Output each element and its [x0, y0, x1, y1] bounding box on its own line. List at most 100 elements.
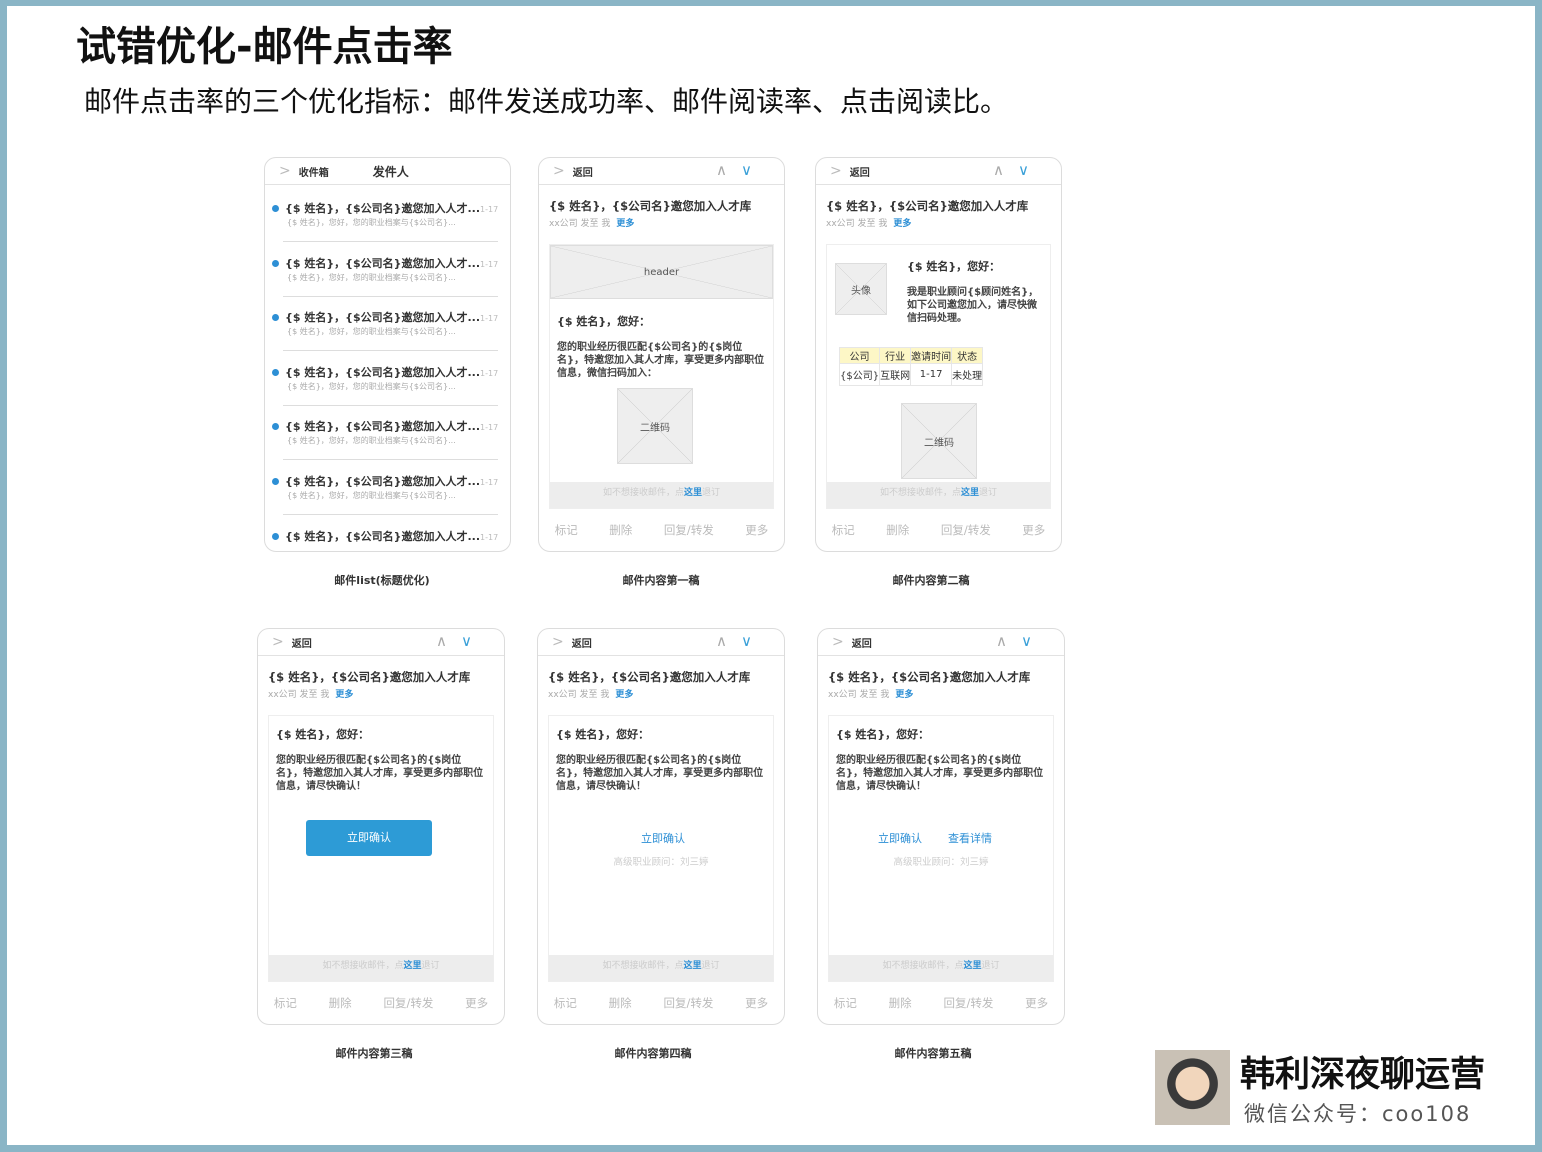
- back-button[interactable]: 返回: [292, 635, 312, 650]
- arrow-down-icon[interactable]: ∨: [461, 632, 486, 650]
- unsubscribe-text: 如不想接收邮件，点: [882, 961, 964, 971]
- page-subtitle: 邮件点击率的三个优化指标：邮件发送成功率、邮件阅读率、点击阅读比。: [84, 85, 1009, 118]
- unsubscribe-bar: 如不想接收邮件，点这里退订: [550, 482, 773, 508]
- list-item[interactable]: {$ 姓名}，{$公司名}邀您加入人才...1-17 {$ 姓名}，您好，您的职业…: [265, 296, 510, 352]
- unsubscribe-bar: 如不想接收邮件，点这里退订: [829, 955, 1053, 981]
- toolbar-button[interactable]: 回复/转发: [383, 995, 433, 1011]
- unsubscribe-link[interactable]: 这里: [683, 961, 701, 971]
- email-body: {$ 姓名}，您好： 您的职业经历很匹配{$公司名}的{$岗位名}，特邀您加入其人…: [268, 715, 494, 982]
- toolbar-button[interactable]: 标记: [274, 995, 297, 1011]
- item-date: 1-17: [480, 205, 499, 214]
- tab-sender[interactable]: 发件人: [373, 163, 409, 180]
- more-link[interactable]: 更多: [893, 219, 911, 229]
- mockup-v4: > 返回 ∧∨ {$ 姓名}，{$公司名}邀您加入人才库 xx公司 发至 我更多 {$ 姓…: [537, 628, 785, 1025]
- arrow-down-icon[interactable]: ∨: [1018, 161, 1043, 179]
- email-subject: {$ 姓名}，{$公司名}邀您加入人才库: [549, 199, 752, 213]
- item-preview: {$ 姓名}，您好，您的职业档案与{$公司名}...: [287, 272, 456, 282]
- toolbar-button[interactable]: 标记: [834, 995, 857, 1011]
- unread-dot-icon: [272, 532, 279, 540]
- toolbar-button[interactable]: 更多: [745, 995, 768, 1011]
- item-date: 1-17: [480, 368, 499, 378]
- toolbar-button[interactable]: 更多: [745, 522, 768, 538]
- more-link[interactable]: 更多: [335, 690, 353, 700]
- arrow-down-icon[interactable]: ∨: [741, 632, 766, 650]
- chevron-icon[interactable]: >: [830, 163, 842, 179]
- item-subject: {$ 姓名}，{$公司名}邀您加入人才...: [285, 311, 480, 325]
- arrow-up-icon[interactable]: ∧: [716, 161, 741, 179]
- tab-inbox[interactable]: 收件箱: [299, 164, 329, 179]
- greeting: {$ 姓名}，您好：: [907, 260, 1001, 273]
- unsubscribe-text: 退订: [421, 961, 440, 971]
- toolbar-button[interactable]: 回复/转发: [943, 995, 993, 1011]
- list-item[interactable]: {$ 姓名}，{$公司名}邀您加入人才...1-17: [265, 515, 510, 551]
- more-link[interactable]: 更多: [616, 219, 634, 229]
- toolbar-button[interactable]: 回复/转发: [941, 522, 991, 538]
- item-title: {$ 姓名}，{$公司名}邀您加入人才...1-17: [285, 255, 498, 271]
- confirm-link[interactable]: 立即确认: [878, 830, 922, 846]
- arrow-up-icon[interactable]: ∧: [996, 632, 1021, 650]
- toolbar-button[interactable]: 标记: [554, 995, 577, 1011]
- toolbar-button[interactable]: 标记: [555, 522, 578, 538]
- back-button[interactable]: 返回: [850, 164, 870, 179]
- toolbar-button[interactable]: 删除: [329, 995, 352, 1011]
- arrow-down-icon[interactable]: ∨: [741, 161, 766, 179]
- top-bar: > 返回 ∧∨: [258, 629, 504, 656]
- item-subject: {$ 姓名}，{$公司名}邀您加入人才...: [285, 256, 480, 270]
- toolbar-button[interactable]: 更多: [465, 995, 488, 1011]
- toolbar-button[interactable]: 删除: [886, 522, 909, 538]
- mockup-v3: > 返回 ∧∨ {$ 姓名}，{$公司名}邀您加入人才库 xx公司 发至 我更多 {$ 姓…: [257, 628, 505, 1025]
- chevron-icon[interactable]: >: [553, 163, 565, 179]
- unsubscribe-text: 如不想接收邮件，点: [879, 488, 961, 498]
- arrow-up-icon[interactable]: ∧: [993, 161, 1018, 179]
- item-date: 1-17: [480, 259, 499, 269]
- list-item[interactable]: {$ 姓名}，{$公司名}邀您加入人才...1-17 {$ 姓名}，您好，您的职业…: [265, 405, 510, 461]
- unsubscribe-link[interactable]: 这里: [684, 488, 702, 498]
- unsubscribe-link[interactable]: 这里: [403, 961, 421, 971]
- unsubscribe-link[interactable]: 这里: [963, 961, 981, 971]
- chevron-icon[interactable]: >: [832, 634, 844, 650]
- chevron-icon[interactable]: >: [272, 634, 284, 650]
- confirm-link[interactable]: 立即确认: [641, 830, 685, 846]
- table-cell: {$公司}: [838, 363, 881, 386]
- body-text: 您的职业经历很匹配{$公司名}的{$岗位名}，特邀您加入其人才库，享受更多内部职…: [556, 755, 764, 792]
- details-link[interactable]: 查看详情: [948, 830, 992, 846]
- item-date: 1-17: [480, 423, 499, 433]
- unsubscribe-text: 退订: [981, 961, 1000, 971]
- unsubscribe-link[interactable]: 这里: [961, 488, 979, 498]
- unsubscribe-text: 退订: [702, 488, 721, 498]
- back-button[interactable]: 返回: [573, 164, 593, 179]
- toolbar-button[interactable]: 删除: [609, 522, 632, 538]
- toolbar-button[interactable]: 更多: [1025, 995, 1048, 1011]
- arrow-up-icon[interactable]: ∧: [436, 632, 461, 650]
- list-item[interactable]: {$ 姓名}，{$公司名}邀您加入人才...1-17 {$ 姓名}，您好，您的职业…: [265, 460, 510, 515]
- arrow-up-icon[interactable]: ∧: [716, 632, 741, 650]
- email-subject: {$ 姓名}，{$公司名}邀您加入人才库: [268, 670, 471, 684]
- table-header: 状态: [951, 347, 984, 364]
- toolbar-button[interactable]: 删除: [889, 995, 912, 1011]
- toolbar-button[interactable]: 更多: [1022, 522, 1045, 538]
- list-item[interactable]: {$ 姓名}，{$公司名}邀您加入人才...1-17 {$ 姓名}，您好，您的职业…: [265, 351, 510, 406]
- arrow-down-icon[interactable]: ∨: [1021, 632, 1046, 650]
- toolbar-button[interactable]: 标记: [832, 522, 855, 538]
- list-item[interactable]: {$ 姓名}，{$公司名}邀您加入人才...1-17 {$ 姓名}，您好，您的职业…: [265, 187, 510, 242]
- confirm-button[interactable]: 立即确认: [306, 820, 432, 856]
- unread-dot-icon: [272, 478, 279, 485]
- toolbar-button[interactable]: 回复/转发: [663, 995, 713, 1011]
- nav-arrows: ∧∨: [436, 632, 486, 650]
- bottom-toolbar: 标记 删除 回复/转发 更多: [539, 509, 784, 551]
- email-meta: xx公司 发至 我更多: [826, 216, 911, 229]
- header-image-placeholder: header: [550, 245, 773, 299]
- toolbar-button[interactable]: 回复/转发: [664, 522, 714, 538]
- more-link[interactable]: 更多: [615, 690, 633, 700]
- list-item[interactable]: {$ 姓名}，{$公司名}邀您加入人才...1-17 {$ 姓名}，您好，您的职业…: [265, 242, 510, 297]
- item-title: {$ 姓名}，{$公司名}邀您加入人才...1-17: [285, 309, 498, 325]
- chevron-icon[interactable]: >: [552, 634, 564, 650]
- back-button[interactable]: 返回: [852, 635, 872, 650]
- bottom-toolbar: 标记 删除 回复/转发 更多: [818, 982, 1064, 1024]
- body-text: 我是职业顾问{$顾问姓名}，如下公司邀您加入，请尽快微信扫码处理。: [907, 287, 1039, 324]
- more-link[interactable]: 更多: [895, 690, 913, 700]
- mockup-caption: 邮件内容第四稿: [614, 1047, 692, 1060]
- chevron-icon[interactable]: >: [279, 163, 291, 179]
- back-button[interactable]: 返回: [572, 635, 592, 650]
- toolbar-button[interactable]: 删除: [609, 995, 632, 1011]
